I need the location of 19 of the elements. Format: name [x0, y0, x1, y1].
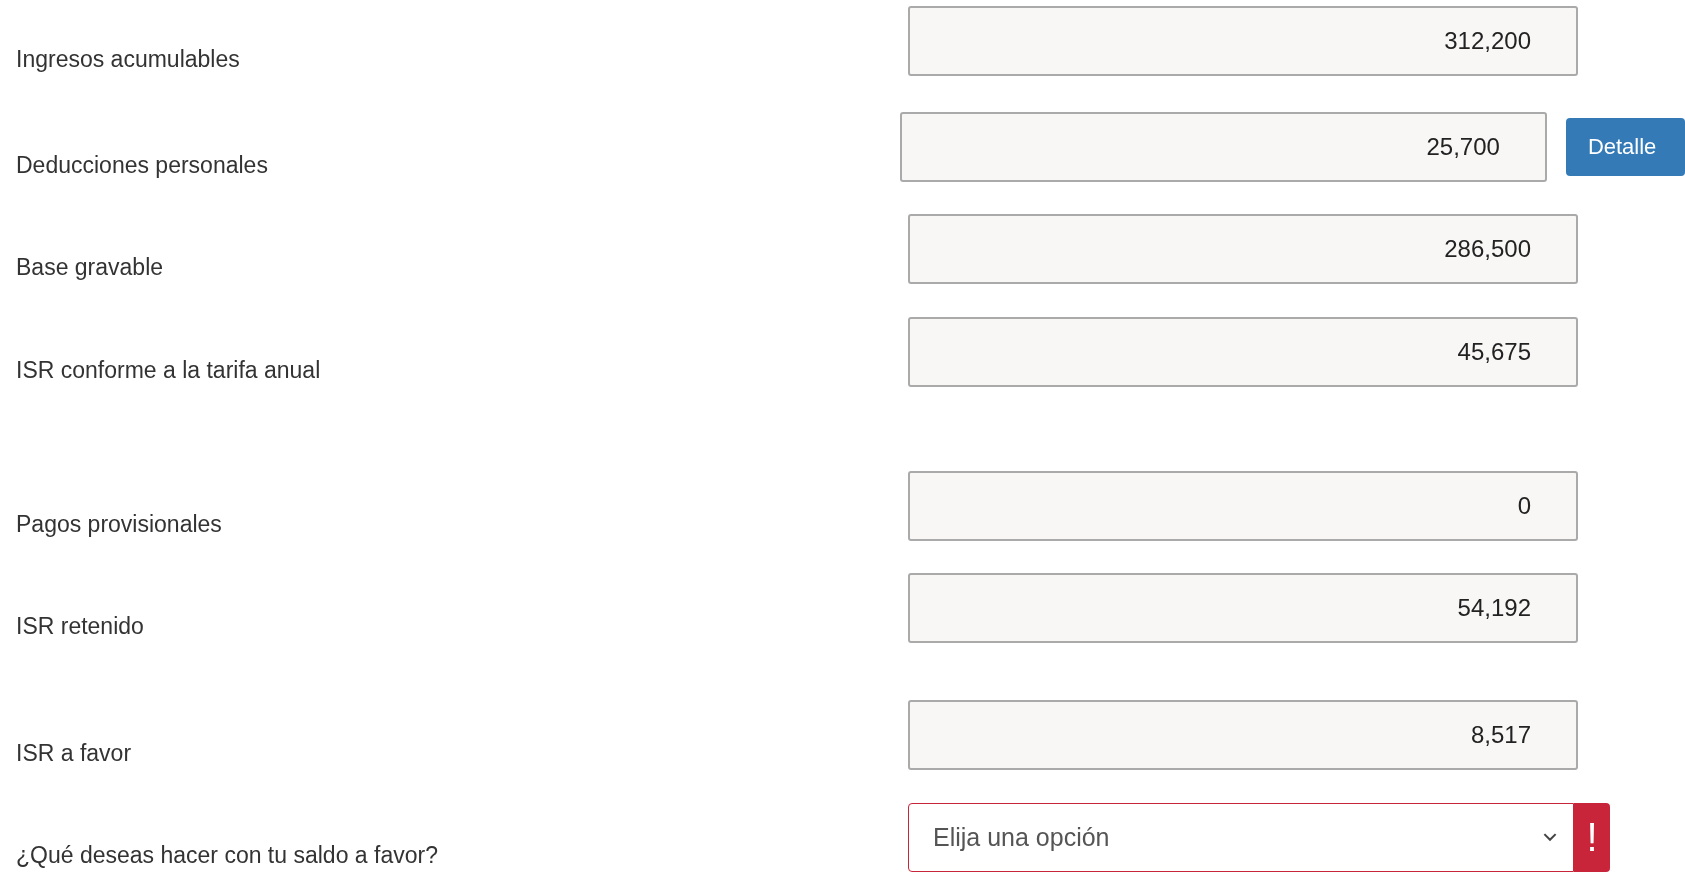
- chevron-down-icon: [1543, 833, 1557, 842]
- field-label: ISR conforme a la tarifa anual: [15, 357, 322, 383]
- field-label: Base gravable: [15, 254, 165, 280]
- field-label: ¿Qué deseas hacer con tu saldo a favor?: [15, 842, 439, 868]
- amount-field[interactable]: 25,700: [899, 112, 1547, 182]
- amount-field[interactable]: 54,192: [908, 573, 1578, 643]
- amount-field[interactable]: 45,675: [908, 317, 1578, 387]
- option-select[interactable]: Elija una opción: [908, 803, 1574, 872]
- field-label: Ingresos acumulables: [15, 46, 241, 72]
- error-badge: !: [1574, 803, 1610, 872]
- field-label: Deducciones personales: [15, 152, 269, 178]
- amount-field[interactable]: 312,200: [908, 6, 1578, 76]
- amount-field[interactable]: 0: [908, 471, 1578, 541]
- amount-field[interactable]: 286,500: [908, 214, 1578, 284]
- amount-field[interactable]: 8,517: [908, 700, 1578, 770]
- field-label: ISR retenido: [15, 613, 145, 639]
- field-label: ISR a favor: [15, 740, 133, 766]
- detail-button[interactable]: Detalle: [1565, 118, 1685, 176]
- field-label: Pagos provisionales: [15, 511, 223, 537]
